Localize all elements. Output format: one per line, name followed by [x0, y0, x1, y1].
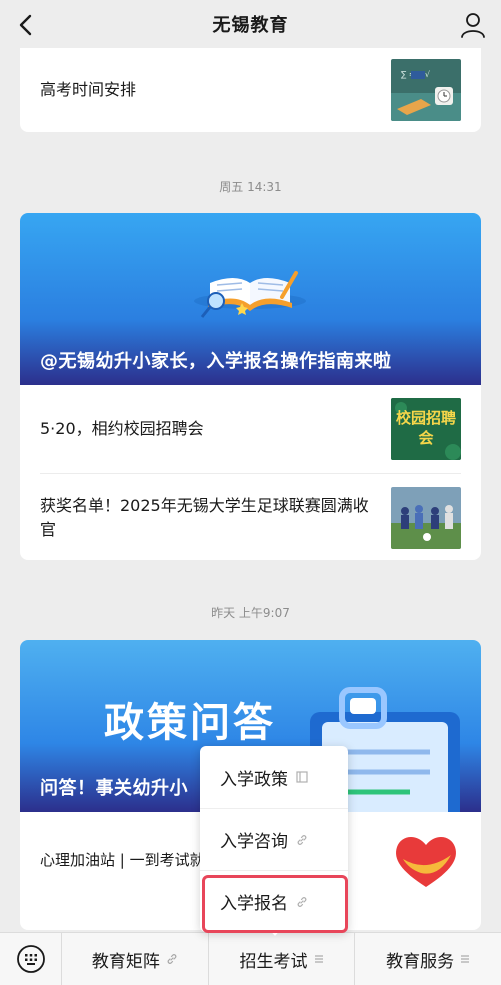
banner-caption: 问答！事关幼升小: [40, 778, 188, 799]
popup-pointer: [268, 928, 282, 936]
list-item[interactable]: 获奖名单！2025年无锡大学生足球联赛圆满收官: [20, 474, 481, 560]
page-title: 无锡教育: [212, 15, 289, 36]
menu-item-label: 入学报名: [220, 894, 288, 914]
thumbnail-text: 校园招聘会: [395, 409, 456, 447]
link-icon: [167, 954, 177, 964]
nav-item-label: 教育服务: [386, 951, 455, 972]
article-thumbnail: 校园招聘会: [391, 398, 461, 460]
nav-item-label: 招生考试: [239, 951, 308, 972]
menu-item-enrollment-consult[interactable]: 入学咨询: [200, 808, 348, 870]
nav-menu-education-matrix[interactable]: 教育矩阵: [62, 932, 209, 985]
header-bar: 无锡教育: [0, 0, 501, 48]
menu-icon: [461, 955, 470, 963]
bottom-menu-bar: 教育矩阵 招生考试 教育服务: [0, 932, 501, 985]
menu-item-label: 入学咨询: [220, 832, 288, 852]
keyboard-toggle-button[interactable]: [0, 932, 62, 985]
document-icon: [296, 771, 308, 783]
article-card-top[interactable]: 高考时间安排 ∑ ≈ ∫ √: [20, 48, 481, 132]
nav-menu-admission-exams[interactable]: 招生考试: [209, 932, 356, 985]
menu-item-enrollment-register[interactable]: 入学报名: [200, 870, 348, 932]
submenu-popup: 入学政策 入学咨询 入学报名: [200, 746, 348, 932]
article-title: 高考时间安排: [40, 80, 137, 99]
nav-item-label: 教育矩阵: [91, 951, 160, 972]
nav-menu-education-services[interactable]: 教育服务: [355, 933, 501, 985]
list-item[interactable]: 高考时间安排 ∑ ≈ ∫ √: [20, 48, 481, 132]
timestamp: 昨天 上午9:07: [211, 606, 290, 620]
article-title: 获奖名单！2025年无锡大学生足球联赛圆满收官: [40, 496, 369, 539]
list-item[interactable]: 5·20，相约校园招聘会 校园招聘会: [20, 385, 481, 473]
menu-icon: [314, 955, 323, 963]
article-thumbnail: [391, 487, 461, 549]
timestamp: 周五 14:31: [219, 180, 282, 194]
banner-article[interactable]: @无锡幼升小家长，入学报名操作指南来啦: [20, 213, 481, 385]
back-arrow-icon[interactable]: [14, 12, 40, 38]
menu-item-label: 入学政策: [220, 769, 288, 790]
banner-heading: 政策问答: [104, 700, 276, 746]
banner-caption: @无锡幼升小家长，入学报名操作指南来啦: [40, 351, 392, 372]
link-icon: [297, 834, 307, 845]
article-card-group: @无锡幼升小家长，入学报名操作指南来啦 5·20，相约校园招聘会 校园招聘会 获…: [20, 213, 481, 560]
heart-thumbnail: [391, 829, 461, 891]
article-title: 5·20，相约校园招聘会: [40, 419, 204, 438]
profile-icon[interactable]: [459, 11, 487, 39]
keyboard-icon: [16, 945, 45, 973]
article-thumbnail: ∑ ≈ ∫ √: [391, 59, 461, 121]
menu-item-enrollment-policy[interactable]: 入学政策: [200, 746, 348, 808]
link-icon: [297, 896, 307, 907]
